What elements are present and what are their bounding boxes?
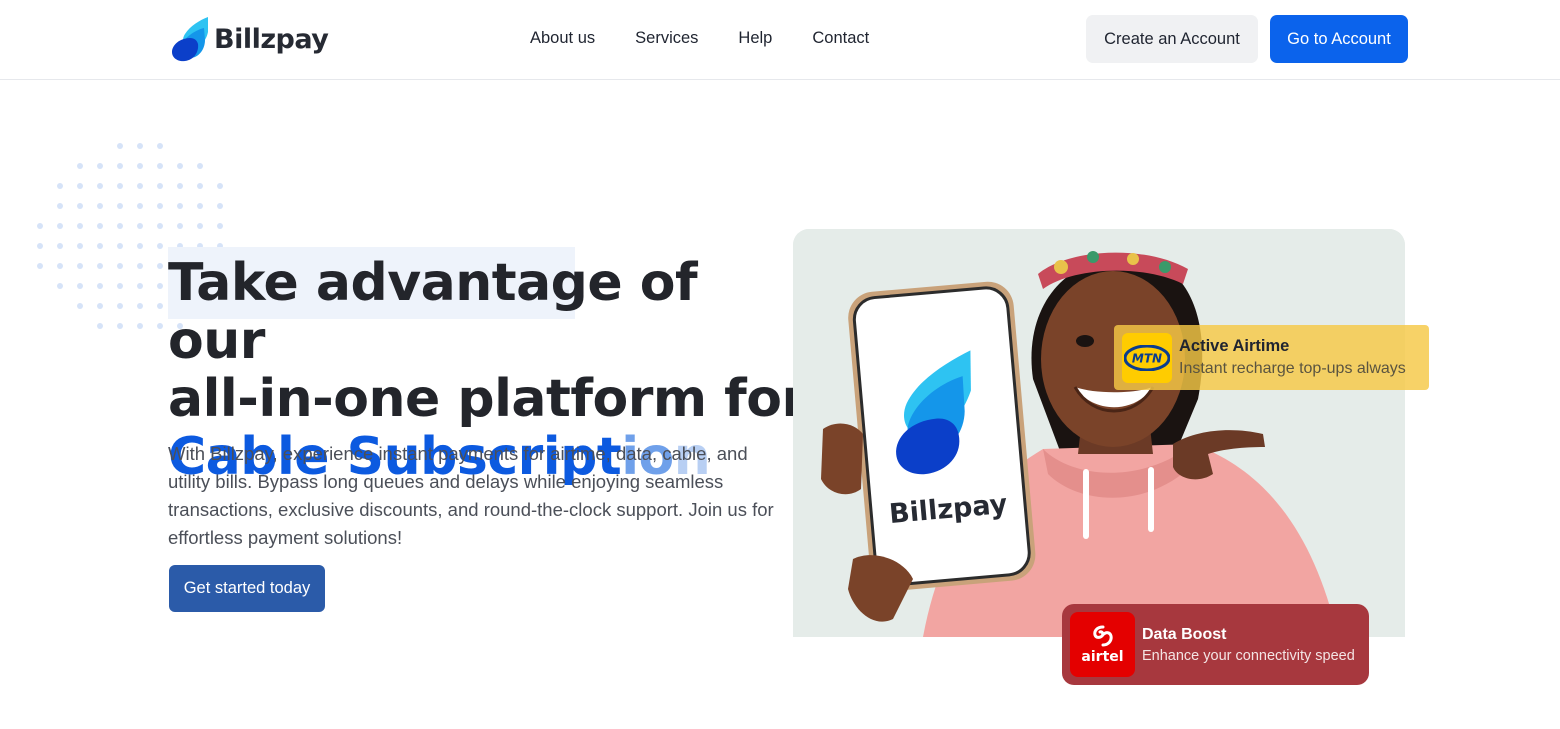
billzpay-logo-icon: [172, 17, 208, 62]
data-boost-card: airtel Data Boost Enhance your connectiv…: [1062, 604, 1369, 685]
nav-services[interactable]: Services: [635, 29, 698, 48]
headline-line-2: all-in-one platform for: [168, 369, 807, 429]
data-boost-title: Data Boost: [1142, 625, 1227, 643]
main-nav: About us Services Help Contact: [530, 29, 909, 48]
airtel-logo-icon: airtel: [1070, 612, 1135, 677]
active-airtime-title: Active Airtime: [1179, 337, 1290, 355]
active-airtime-subtitle: Instant recharge top-ups always: [1179, 360, 1406, 377]
headline-line-1: Take advantage of our: [168, 253, 698, 371]
active-airtime-text: Active Airtime Instant recharge top-ups …: [1179, 337, 1406, 378]
mtn-logo-icon: MTN: [1122, 332, 1172, 383]
data-boost-subtitle: Enhance your connectivity speed: [1142, 647, 1355, 664]
brand-logo[interactable]: Billzpay: [168, 16, 329, 62]
woman-holding-phone-illustration: Billzpay: [793, 229, 1405, 637]
go-to-account-button[interactable]: Go to Account: [1270, 15, 1408, 63]
brand-name: Billzpay: [214, 23, 329, 55]
hero-image: Billzpay: [793, 229, 1405, 637]
create-account-button[interactable]: Create an Account: [1086, 15, 1258, 63]
site-header: Billzpay About us Services Help Contact …: [0, 0, 1560, 80]
hero-description: With Billzpay, experience instant paymen…: [168, 443, 774, 548]
nav-about-us[interactable]: About us: [530, 29, 595, 48]
data-boost-text: Data Boost Enhance your connectivity spe…: [1142, 626, 1355, 664]
nav-help[interactable]: Help: [738, 29, 772, 48]
svg-text:MTN: MTN: [1132, 351, 1162, 365]
get-started-button[interactable]: Get started today: [169, 565, 325, 612]
airtel-logo-text: airtel: [1081, 648, 1124, 665]
nav-contact[interactable]: Contact: [812, 29, 869, 48]
active-airtime-card: MTN Active Airtime Instant recharge top-…: [1114, 325, 1429, 390]
